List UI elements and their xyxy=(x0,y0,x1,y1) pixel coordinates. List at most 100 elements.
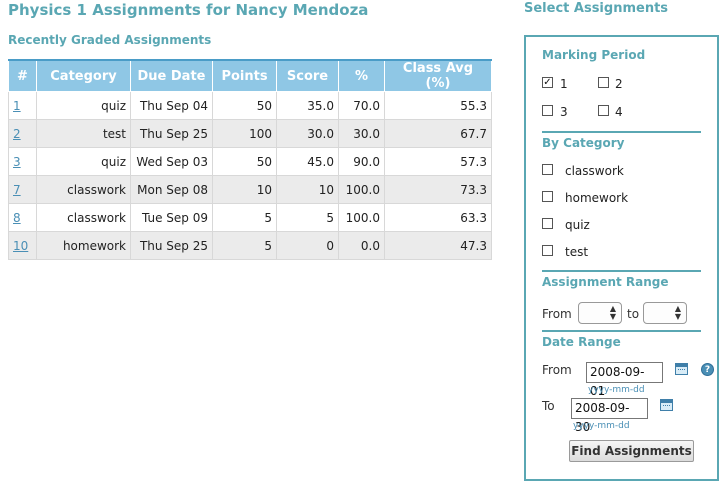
recent-assignments-heading: Recently Graded Assignments xyxy=(8,33,212,47)
assignment-range-from-select[interactable]: ▲ ▼ xyxy=(578,302,622,324)
marking-period-3-label: 3 xyxy=(560,105,568,119)
select-arrows-icon: ▲ ▼ xyxy=(674,304,681,321)
date-to-format-hint: yyyy-mm-dd xyxy=(573,421,630,431)
cell-category: test xyxy=(36,119,131,148)
date-from-format-hint: yyyy-mm-dd xyxy=(588,385,645,395)
assignment-link[interactable]: 8 xyxy=(13,211,21,225)
filter-panel: Marking Period ✓ 1 2 3 4 By Category cla… xyxy=(524,35,719,481)
column-header-category[interactable]: Category xyxy=(36,59,131,92)
cell-due-date: Mon Sep 08 xyxy=(130,175,213,204)
cell-percent: 70.0 xyxy=(338,91,385,120)
assignment-link[interactable]: 2 xyxy=(13,127,21,141)
select-arrows-icon: ▲ ▼ xyxy=(609,304,616,321)
cell-category: classwork xyxy=(36,203,131,232)
calendar-icon[interactable] xyxy=(660,399,673,411)
cell-score: 0 xyxy=(276,231,339,260)
cell-score: 45.0 xyxy=(276,147,339,176)
cell-points: 5 xyxy=(212,203,277,232)
column-header-class-avg[interactable]: Class Avg (%) xyxy=(384,59,492,92)
marking-period-4-label: 4 xyxy=(615,105,623,119)
cell-due-date: Thu Sep 25 xyxy=(130,119,213,148)
cell-percent: 90.0 xyxy=(338,147,385,176)
assignment-link[interactable]: 3 xyxy=(13,155,21,169)
category-quiz-checkbox[interactable] xyxy=(542,218,553,229)
marking-period-title: Marking Period xyxy=(542,48,646,62)
category-classwork-checkbox[interactable] xyxy=(542,164,553,175)
cell-class-avg: 47.3 xyxy=(384,231,492,260)
table-row: 2 test Thu Sep 25 100 30.0 30.0 67.7 xyxy=(8,119,492,148)
date-to-input[interactable]: 2008-09-30 xyxy=(571,398,648,434)
category-classwork-label: classwork xyxy=(565,164,624,178)
date-range-to-label: To xyxy=(542,399,555,413)
date-from-input[interactable]: 2008-09-01 xyxy=(586,362,663,398)
table-row: 8 classwork Tue Sep 09 5 5 100.0 63.3 xyxy=(8,203,492,232)
cell-percent: 100.0 xyxy=(338,203,385,232)
column-header-due-date[interactable]: Due Date xyxy=(130,59,213,92)
category-homework-label: homework xyxy=(565,191,629,205)
cell-percent: 100.0 xyxy=(338,175,385,204)
cell-score: 5 xyxy=(276,203,339,232)
select-assignments-heading: Select Assignments xyxy=(524,1,669,16)
assignment-range-from-label: From xyxy=(542,307,572,321)
marking-period-4-checkbox[interactable] xyxy=(598,105,609,116)
column-header-number[interactable]: # xyxy=(8,59,37,92)
table-row: 7 classwork Mon Sep 08 10 10 100.0 73.3 xyxy=(8,175,492,204)
date-range-from-label: From xyxy=(542,363,572,377)
cell-category: quiz xyxy=(36,91,131,120)
calendar-icon[interactable] xyxy=(675,363,688,375)
cell-class-avg: 73.3 xyxy=(384,175,492,204)
cell-category: quiz xyxy=(36,147,131,176)
assignment-range-title: Assignment Range xyxy=(542,275,669,289)
section-divider xyxy=(542,270,701,272)
category-homework-checkbox[interactable] xyxy=(542,191,553,202)
cell-class-avg: 57.3 xyxy=(384,147,492,176)
cell-category: classwork xyxy=(36,175,131,204)
table-row: 3 quiz Wed Sep 03 50 45.0 90.0 57.3 xyxy=(8,147,492,176)
column-header-score[interactable]: Score xyxy=(276,59,339,92)
page-title: Physics 1 Assignments for Nancy Mendoza xyxy=(8,1,369,19)
cell-due-date: Wed Sep 03 xyxy=(130,147,213,176)
find-assignments-button[interactable]: Find Assignments xyxy=(569,440,694,462)
cell-points: 50 xyxy=(212,91,277,120)
cell-points: 100 xyxy=(212,119,277,148)
category-title: By Category xyxy=(542,136,625,150)
section-divider xyxy=(542,330,701,332)
cell-score: 30.0 xyxy=(276,119,339,148)
assignment-link[interactable]: 1 xyxy=(13,99,21,113)
assignments-table: # Category Due Date Points Score % Class… xyxy=(8,59,492,260)
cell-score: 35.0 xyxy=(276,91,339,120)
assignment-link[interactable]: 10 xyxy=(13,239,28,253)
cell-score: 10 xyxy=(276,175,339,204)
cell-due-date: Thu Sep 04 xyxy=(130,91,213,120)
column-header-percent[interactable]: % xyxy=(338,59,385,92)
cell-due-date: Thu Sep 25 xyxy=(130,231,213,260)
marking-period-3-checkbox[interactable] xyxy=(542,105,553,116)
marking-period-2-checkbox[interactable] xyxy=(598,77,609,88)
column-header-points[interactable]: Points xyxy=(212,59,277,92)
cell-class-avg: 55.3 xyxy=(384,91,492,120)
cell-class-avg: 67.7 xyxy=(384,119,492,148)
assignment-range-to-label: to xyxy=(627,307,640,321)
table-row: 10 homework Thu Sep 25 5 0 0.0 47.3 xyxy=(8,231,492,260)
table-row: 1 quiz Thu Sep 04 50 35.0 70.0 55.3 xyxy=(8,91,492,120)
cell-points: 10 xyxy=(212,175,277,204)
category-test-label: test xyxy=(565,245,589,259)
help-icon[interactable]: ? xyxy=(701,363,714,376)
category-test-checkbox[interactable] xyxy=(542,245,553,256)
marking-period-2-label: 2 xyxy=(615,77,623,91)
cell-category: homework xyxy=(36,231,131,260)
cell-percent: 0.0 xyxy=(338,231,385,260)
cell-points: 5 xyxy=(212,231,277,260)
section-divider xyxy=(542,131,701,133)
cell-class-avg: 63.3 xyxy=(384,203,492,232)
marking-period-1-checkbox[interactable]: ✓ xyxy=(542,77,553,88)
cell-percent: 30.0 xyxy=(338,119,385,148)
cell-points: 50 xyxy=(212,147,277,176)
date-range-title: Date Range xyxy=(542,335,621,349)
assignment-range-to-select[interactable]: ▲ ▼ xyxy=(643,302,687,324)
table-header-row: # Category Due Date Points Score % Class… xyxy=(8,59,492,92)
assignment-link[interactable]: 7 xyxy=(13,183,21,197)
category-quiz-label: quiz xyxy=(565,218,590,232)
marking-period-1-label: 1 xyxy=(560,77,568,91)
cell-due-date: Tue Sep 09 xyxy=(130,203,213,232)
